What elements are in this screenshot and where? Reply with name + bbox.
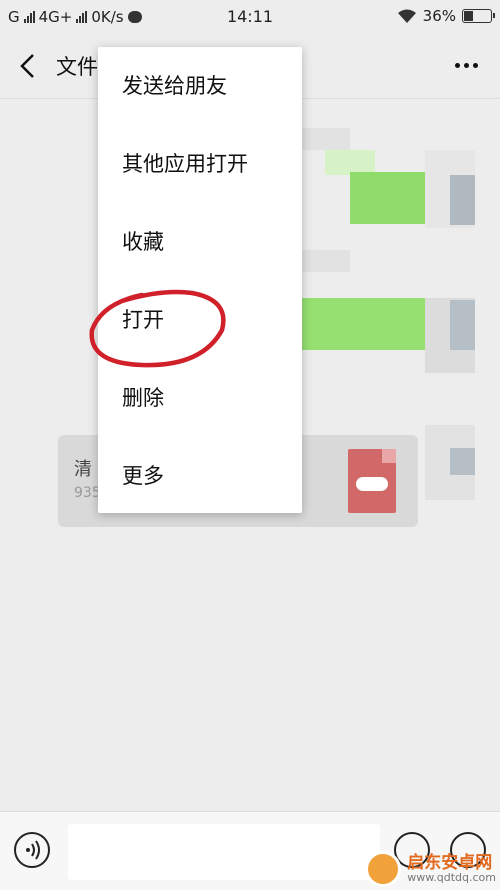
- battery-icon: [462, 9, 495, 23]
- blurred-message: [450, 175, 475, 225]
- context-menu: 发送给朋友 其他应用打开 收藏 打开 删除 更多: [98, 47, 302, 513]
- blurred-message: [350, 172, 425, 224]
- blurred-message: [450, 448, 475, 475]
- menu-item-delete[interactable]: 删除: [98, 359, 302, 437]
- battery-fill: [464, 11, 473, 21]
- menu-item-favorite[interactable]: 收藏: [98, 203, 302, 281]
- menu-item-more[interactable]: 更多: [98, 437, 302, 515]
- watermark-url: www.qdtdq.com: [407, 871, 496, 885]
- message-input[interactable]: [68, 824, 380, 880]
- file-size: 935: [74, 485, 101, 501]
- file-type-icon: [348, 449, 396, 513]
- back-icon[interactable]: [14, 51, 44, 81]
- page-title: 文件: [56, 55, 98, 79]
- blurred-message: [300, 128, 350, 150]
- blurred-message: [300, 250, 350, 272]
- menu-item-open-with-other-app[interactable]: 其他应用打开: [98, 125, 302, 203]
- more-icon[interactable]: [455, 63, 478, 68]
- watermark-text: 启东安卓网: [407, 852, 493, 873]
- wifi-icon: [397, 9, 416, 23]
- battery-percent: 36%: [422, 7, 456, 25]
- voice-button[interactable]: [14, 832, 50, 868]
- menu-item-open[interactable]: 打开: [98, 281, 302, 359]
- menu-item-send-to-friend[interactable]: 发送给朋友: [98, 47, 302, 125]
- status-right: 36%: [397, 7, 495, 25]
- watermark-logo-icon: [365, 851, 402, 887]
- blurred-message: [300, 298, 425, 350]
- watermark: 启东安卓网 www.qdtdq.com: [365, 851, 496, 887]
- file-name: 清: [74, 459, 92, 480]
- blurred-message: [450, 300, 475, 350]
- voice-icon: [26, 840, 40, 860]
- status-bar: G 4G+ 0K/s 14:11 36%: [0, 0, 500, 34]
